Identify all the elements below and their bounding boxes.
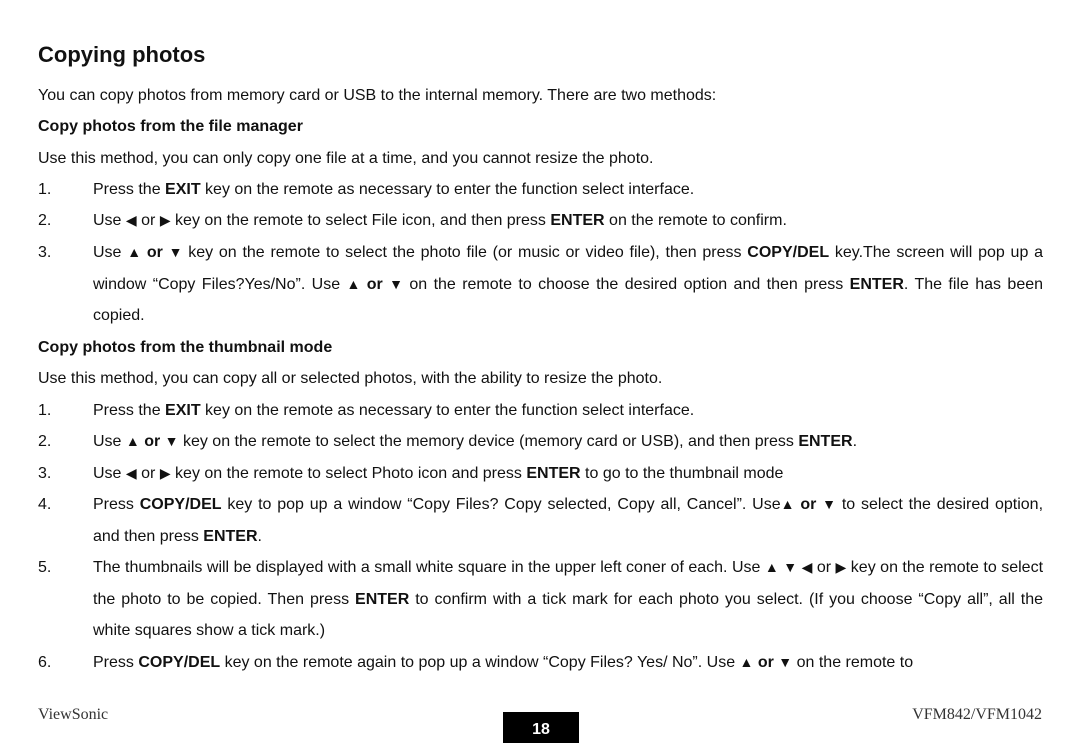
step-text: Press the EXIT key on the remote as nece… bbox=[93, 174, 1043, 206]
down-arrow-icon: ▼ bbox=[778, 654, 793, 670]
down-arrow-icon: ▼ bbox=[389, 275, 403, 292]
bold-text: ENTER bbox=[355, 590, 410, 608]
text: The thumbnails will be displayed with a … bbox=[93, 559, 765, 576]
up-arrow-icon: ▲ bbox=[125, 433, 140, 449]
step-text: Use ◀ or ▶ key on the remote to select F… bbox=[93, 205, 1043, 237]
bold-text: EXIT bbox=[165, 402, 201, 419]
section-desc-thumbnail: Use this method, you can copy all or sel… bbox=[38, 370, 663, 387]
text: or bbox=[136, 465, 160, 482]
step-text: Use ◀ or ▶ key on the remote to select P… bbox=[93, 458, 1043, 490]
step-text: Use ▲ or ▼ key on the remote to select t… bbox=[93, 426, 1043, 458]
up-arrow-icon: ▲ bbox=[739, 654, 754, 670]
text: Use bbox=[93, 212, 126, 229]
bold-text: or bbox=[139, 433, 165, 450]
text: Use bbox=[93, 465, 126, 482]
page-title: Copying photos bbox=[38, 42, 206, 67]
text: key on the remote to select the memory d… bbox=[178, 433, 799, 450]
left-arrow-icon: ◀ bbox=[125, 212, 137, 228]
bold-text: COPY/DEL bbox=[747, 244, 830, 261]
bold-text: or bbox=[753, 654, 779, 671]
text: . bbox=[257, 527, 262, 545]
bold-text: EXIT bbox=[165, 181, 201, 198]
bold-text: ENTER bbox=[203, 527, 258, 545]
bold-text: COPY/DEL bbox=[139, 496, 222, 513]
text: to go to the thumbnail mode bbox=[580, 465, 784, 482]
step-number: 3. bbox=[38, 244, 52, 261]
text: key on the remote again to pop up a wind… bbox=[220, 654, 740, 671]
bold-text: ENTER bbox=[798, 433, 853, 450]
section-heading-file-manager: Copy photos from the file manager bbox=[38, 118, 303, 135]
up-arrow-icon: ▲ bbox=[764, 559, 779, 575]
right-arrow-icon: ▶ bbox=[159, 465, 171, 481]
down-arrow-icon: ▼ bbox=[164, 433, 179, 449]
down-arrow-icon: ▼ bbox=[168, 244, 183, 260]
section-heading-thumbnail: Copy photos from the thumbnail mode bbox=[38, 339, 333, 356]
right-arrow-icon: ▶ bbox=[159, 212, 171, 228]
up-arrow-icon: ▲ bbox=[780, 496, 795, 512]
step-text: Press COPY/DEL key on the remote again t… bbox=[93, 647, 1043, 679]
bold-text: ENTER bbox=[526, 465, 581, 482]
footer-model: VFM842/VFM1042 bbox=[912, 706, 1042, 723]
step-number: 1. bbox=[38, 181, 52, 198]
text: or bbox=[136, 212, 160, 229]
intro-text: You can copy photos from memory card or … bbox=[38, 87, 717, 104]
page-number: 18 bbox=[503, 712, 579, 743]
left-arrow-icon: ◀ bbox=[125, 465, 137, 481]
text: Press the bbox=[93, 402, 166, 419]
bold-text: or bbox=[794, 496, 823, 513]
step-number: 2. bbox=[38, 212, 52, 229]
step-number: 1. bbox=[38, 402, 52, 419]
text: on the remote to confirm. bbox=[604, 212, 787, 229]
text: key on the remote as necessary to enter … bbox=[200, 181, 695, 198]
up-arrow-icon: ▲ bbox=[346, 275, 361, 292]
text: Press the bbox=[93, 181, 166, 198]
step-number: 3. bbox=[38, 465, 52, 482]
text: key on the remote to select File icon, a… bbox=[170, 212, 551, 229]
text: Press bbox=[93, 654, 139, 671]
step-text: Use ▲ or ▼ key on the remote to select t… bbox=[93, 237, 1043, 332]
text: key on the remote to select Photo icon a… bbox=[170, 465, 527, 482]
bold-text: ENTER bbox=[849, 275, 904, 293]
text: on the remote to choose the desired opti… bbox=[403, 275, 850, 293]
step-number: 2. bbox=[38, 433, 52, 450]
bold-text: COPY/DEL bbox=[138, 654, 221, 671]
step-number: 5. bbox=[38, 559, 52, 576]
text: or bbox=[812, 559, 836, 576]
text: key on the remote as necessary to enter … bbox=[200, 402, 695, 419]
text: key on the remote to select the photo fi… bbox=[182, 244, 748, 261]
text: Use bbox=[93, 244, 128, 261]
left-arrow-icon: ◀ bbox=[801, 559, 813, 575]
footer-brand: ViewSonic bbox=[38, 706, 109, 723]
right-arrow-icon: ▶ bbox=[835, 559, 847, 575]
down-arrow-icon: ▼ bbox=[783, 559, 798, 575]
bold-text: ENTER bbox=[550, 212, 605, 229]
text: on the remote to bbox=[792, 654, 914, 671]
section-desc-file-manager: Use this method, you can only copy one f… bbox=[38, 150, 654, 167]
text: Press bbox=[93, 496, 140, 513]
step-text: The thumbnails will be displayed with a … bbox=[93, 552, 1043, 647]
step-text: Press the EXIT key on the remote as nece… bbox=[93, 395, 1043, 427]
down-arrow-icon: ▼ bbox=[822, 496, 837, 512]
up-arrow-icon: ▲ bbox=[127, 244, 142, 260]
text: Use bbox=[93, 433, 126, 450]
text: . bbox=[852, 433, 858, 450]
step-text: Press COPY/DEL key to pop up a window “C… bbox=[93, 489, 1043, 552]
step-number: 4. bbox=[38, 496, 52, 513]
text: key to pop up a window “Copy Files? Copy… bbox=[221, 496, 781, 513]
bold-text: or bbox=[360, 275, 390, 293]
step-number: 6. bbox=[38, 654, 52, 671]
bold-text: or bbox=[141, 244, 169, 261]
